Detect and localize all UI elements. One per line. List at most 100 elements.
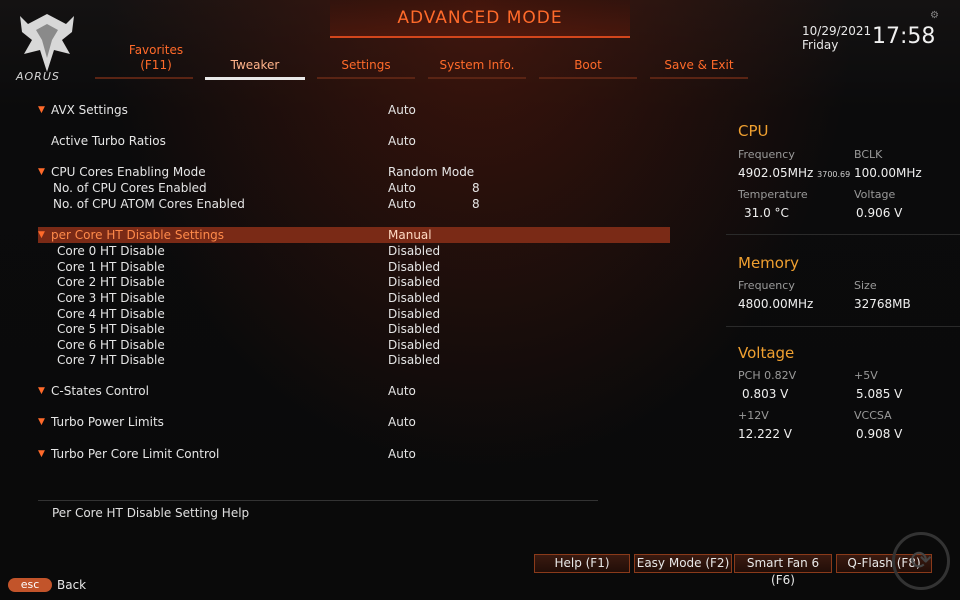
memory-panel: Memory Frequency Size 4800.00MHz 32768MB xyxy=(738,254,960,314)
menu-item-core-5-ht[interactable]: Core 5 HT Disable Disabled xyxy=(38,321,670,337)
menu-item-value: Manual xyxy=(388,228,432,242)
menu-item-count: 8 xyxy=(472,197,480,211)
expand-arrow-icon: ▼ xyxy=(38,417,45,427)
watermark-icon: ⟳ xyxy=(892,532,950,590)
voltage-panel: Voltage PCH 0.82V +5V 0.803 V 5.085 V +1… xyxy=(738,344,960,444)
cpu-bclk-value: 100.00MHz xyxy=(854,166,922,180)
menu-item-value: Auto xyxy=(388,103,416,117)
vccsa-label: VCCSA xyxy=(854,409,892,422)
pch-value: 0.803 V xyxy=(742,387,789,401)
tab-save-exit[interactable]: Save & Exit xyxy=(650,40,748,79)
tab-settings[interactable]: Settings xyxy=(317,40,415,79)
menu-item-avx-settings[interactable]: ▼ AVX Settings Auto xyxy=(38,102,670,118)
menu-item-cpu-cores-enabled[interactable]: No. of CPU Cores Enabled Auto 8 xyxy=(38,180,670,196)
tab-favorites[interactable]: Favorites (F11) xyxy=(95,40,193,79)
menu-item-cpu-atom-cores-enabled[interactable]: No. of CPU ATOM Cores Enabled Auto 8 xyxy=(38,196,670,212)
menu-item-core-1-ht[interactable]: Core 1 HT Disable Disabled xyxy=(38,259,670,275)
cpu-voltage-label: Voltage xyxy=(854,188,896,201)
menu-item-value: Disabled xyxy=(388,275,441,289)
logo-text: AORUS xyxy=(16,70,60,83)
tab-label: Settings xyxy=(341,58,391,72)
easy-mode-button[interactable]: Easy Mode (F2) xyxy=(634,554,732,573)
tab-shortcut: (F11) xyxy=(140,58,172,72)
menu-item-label: Core 2 HT Disable xyxy=(57,275,165,289)
day: Friday xyxy=(802,38,839,52)
menu-item-core-3-ht[interactable]: Core 3 HT Disable Disabled xyxy=(38,290,670,306)
menu-item-core-6-ht[interactable]: Core 6 HT Disable Disabled xyxy=(38,337,670,353)
menu-item-value: Auto xyxy=(388,134,416,148)
menu-item-turbo-per-core-limit[interactable]: ▼ Turbo Per Core Limit Control Auto xyxy=(38,446,670,462)
menu-item-value: Disabled xyxy=(388,307,441,321)
help-button[interactable]: Help (F1) xyxy=(534,554,630,573)
memory-size-label: Size xyxy=(854,279,877,292)
menu-item-label: CPU Cores Enabling Mode xyxy=(51,165,206,179)
menu-item-value: Disabled xyxy=(388,338,441,352)
date: 10/29/2021 xyxy=(802,24,872,38)
menu-item-value: Auto xyxy=(388,447,416,461)
memory-size-value: 32768MB xyxy=(854,297,911,311)
menu-item-core-0-ht[interactable]: Core 0 HT Disable Disabled xyxy=(38,243,670,259)
vccsa-value: 0.908 V xyxy=(856,427,903,441)
expand-arrow-icon: ▼ xyxy=(38,449,45,459)
menu-item-label: No. of CPU ATOM Cores Enabled xyxy=(53,197,245,211)
top-bar: AORUS ADVANCED MODE Favorites (F11) Twea… xyxy=(0,0,960,90)
expand-arrow-icon: ▼ xyxy=(38,230,45,240)
memory-panel-title: Memory xyxy=(738,254,800,272)
menu-item-value: Disabled xyxy=(388,291,441,305)
menu-item-label: Core 1 HT Disable xyxy=(57,260,165,274)
cpu-temperature-label: Temperature xyxy=(738,188,808,201)
v12-value: 12.222 V xyxy=(738,427,793,441)
v5-label: +5V xyxy=(854,369,878,382)
cpu-frequency-secondary: 3700.69 xyxy=(817,170,851,179)
tab-boot[interactable]: Boot xyxy=(539,40,637,79)
v12-label: +12V xyxy=(738,409,769,422)
cpu-frequency: 4902.05MHz xyxy=(738,166,814,180)
cpu-frequency-value: 4902.05MHz 3700.69 xyxy=(738,166,850,180)
esc-button[interactable]: esc xyxy=(8,578,52,592)
tab-label: Tweaker xyxy=(230,58,280,72)
memory-frequency-label: Frequency xyxy=(738,279,795,292)
menu-item-label: Core 6 HT Disable xyxy=(57,338,165,352)
menu-item-active-turbo-ratios[interactable]: Active Turbo Ratios Auto xyxy=(38,133,670,149)
menu-item-core-2-ht[interactable]: Core 2 HT Disable Disabled xyxy=(38,274,670,290)
menu-item-value: Auto xyxy=(388,415,416,429)
expand-arrow-icon: ▼ xyxy=(38,386,45,396)
tab-label: System Info. xyxy=(439,58,515,72)
menu-item-value: Disabled xyxy=(388,353,441,367)
menu-item-value: Disabled xyxy=(388,322,441,336)
cpu-bclk-label: BCLK xyxy=(854,148,883,161)
menu-item-turbo-power-limits[interactable]: ▼ Turbo Power Limits Auto xyxy=(38,414,670,430)
clock: 17:58 xyxy=(872,24,936,49)
menu-item-value: Auto xyxy=(388,197,416,211)
menu-item-label: Core 7 HT Disable xyxy=(57,353,165,367)
menu-item-value: Random Mode xyxy=(388,165,475,179)
v5-value: 5.085 V xyxy=(856,387,903,401)
tab-system-info[interactable]: System Info. xyxy=(428,40,526,79)
menu-item-label: Core 4 HT Disable xyxy=(57,307,165,321)
tab-tweaker[interactable]: Tweaker xyxy=(205,40,305,80)
menu-item-label: Active Turbo Ratios xyxy=(51,134,166,148)
menu-item-value: Auto xyxy=(388,181,416,195)
menu-item-core-7-ht[interactable]: Core 7 HT Disable Disabled xyxy=(38,352,670,368)
tab-label: Save & Exit xyxy=(664,58,734,72)
date-display: 10/29/2021 Friday xyxy=(802,24,871,52)
menu-item-label: AVX Settings xyxy=(51,103,128,117)
panel-separator xyxy=(726,234,960,235)
panel-separator xyxy=(726,326,960,327)
expand-arrow-icon: ▼ xyxy=(38,167,45,177)
menu-item-value: Auto xyxy=(388,384,416,398)
cpu-voltage-value: 0.906 V xyxy=(856,206,903,220)
cpu-frequency-label: Frequency xyxy=(738,148,795,161)
menu-item-label: Turbo Per Core Limit Control xyxy=(51,447,220,461)
menu-item-label: Turbo Power Limits xyxy=(51,415,164,429)
menu-item-c-states-control[interactable]: ▼ C-States Control Auto xyxy=(38,383,670,399)
back-label[interactable]: Back xyxy=(57,578,86,592)
menu-item-label: Core 5 HT Disable xyxy=(57,322,165,336)
memory-frequency-value: 4800.00MHz xyxy=(738,297,814,311)
menu-item-label: per Core HT Disable Settings xyxy=(51,228,225,242)
menu-item-core-4-ht[interactable]: Core 4 HT Disable Disabled xyxy=(38,306,670,322)
menu-item-per-core-ht-disable[interactable]: ▼ per Core HT Disable Settings Manual xyxy=(38,227,670,243)
menu-item-cpu-cores-enabling-mode[interactable]: ▼ CPU Cores Enabling Mode Random Mode xyxy=(38,164,670,180)
gear-icon[interactable]: ⚙ xyxy=(930,10,940,21)
smart-fan-button[interactable]: Smart Fan 6 (F6) xyxy=(734,554,832,587)
